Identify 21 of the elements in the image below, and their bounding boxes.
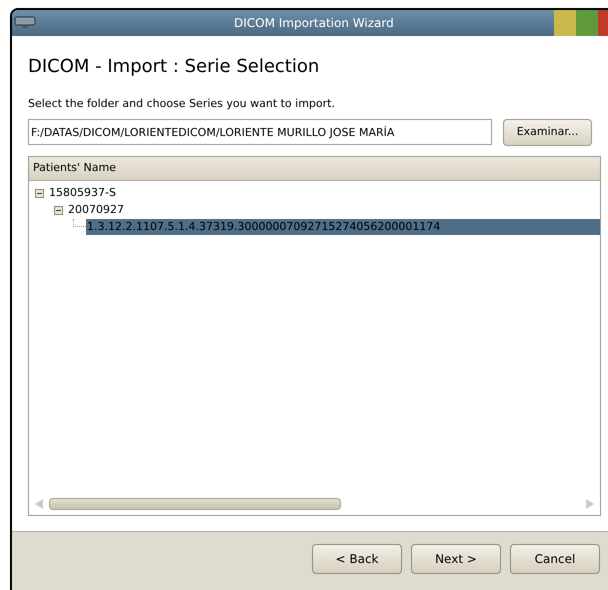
window-title: DICOM Importation Wizard bbox=[234, 15, 394, 32]
folder-path-field[interactable]: F:/DATAS/DICOM/LORIENTEDICOM/LORIENTE MURILLO JOSE MARÍA bbox=[28, 119, 492, 145]
tree-item[interactable]: 20070927 bbox=[67, 202, 125, 218]
wizard-button[interactable]: Cancel bbox=[510, 544, 600, 574]
window-menu-icon[interactable] bbox=[14, 15, 36, 31]
browse-button[interactable]: Examinar... bbox=[503, 118, 592, 146]
tree-item[interactable]: 15805937-S bbox=[48, 184, 117, 202]
instruction-text: Select the folder and choose Series you want to import. bbox=[28, 96, 336, 112]
horizontal-scrollbar-thumb[interactable] bbox=[49, 498, 341, 510]
wizard-button[interactable]: Next > bbox=[411, 544, 501, 574]
maximize-button[interactable] bbox=[576, 10, 598, 36]
scroll-right-icon[interactable] bbox=[584, 498, 596, 510]
wizard-button[interactable]: < Back bbox=[312, 544, 402, 574]
collapse-icon[interactable] bbox=[54, 206, 63, 214]
tree-item[interactable]: 1.3.12.2.1107.5.1.4.37319.30000007092715274056200001174 bbox=[86, 218, 600, 236]
minimize-button[interactable] bbox=[554, 10, 576, 36]
close-button[interactable] bbox=[598, 10, 608, 36]
scroll-left-icon[interactable] bbox=[33, 498, 45, 510]
page-heading: DICOM - Import : Serie Selection bbox=[28, 55, 320, 79]
column-header[interactable]: Patients' Name bbox=[29, 156, 600, 180]
collapse-icon[interactable] bbox=[35, 188, 44, 198]
